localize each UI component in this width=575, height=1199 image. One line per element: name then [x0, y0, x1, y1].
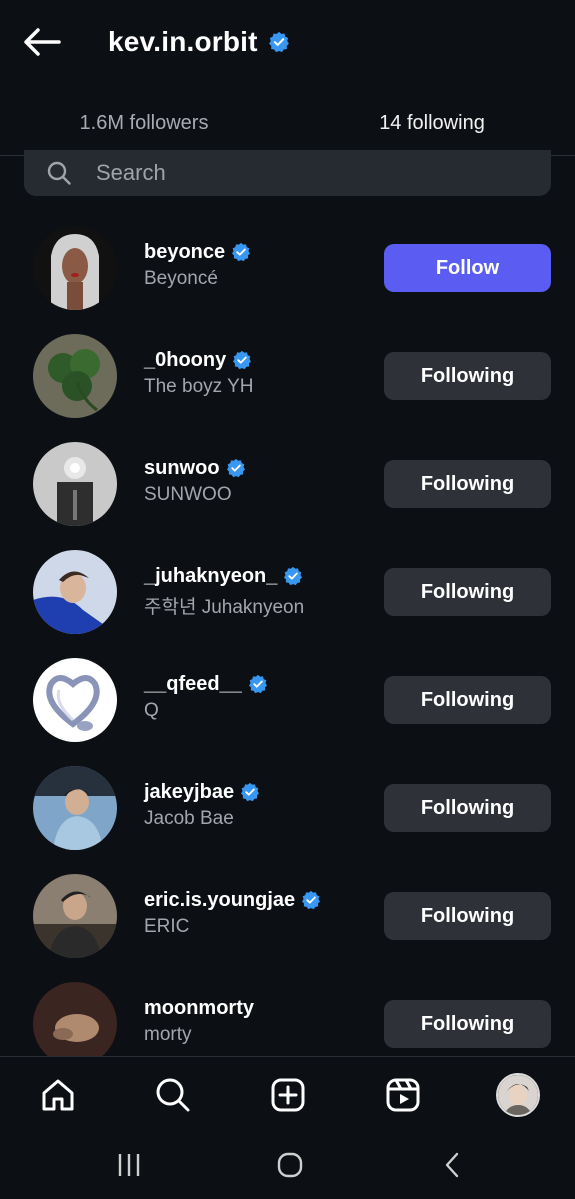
search-icon — [156, 1078, 190, 1112]
nav-profile[interactable] — [496, 1073, 540, 1117]
verified-badge-icon — [284, 566, 303, 586]
system-back-button[interactable] — [432, 1150, 472, 1180]
username: moonmorty — [144, 996, 254, 1019]
full-name: morty — [144, 1024, 192, 1045]
list-item[interactable]: beyonce Beyoncé Follow — [0, 218, 575, 326]
back-button[interactable] — [20, 22, 64, 62]
system-nav-bar — [0, 1132, 575, 1199]
full-name: ERIC — [144, 916, 190, 937]
search-icon — [47, 161, 71, 185]
search-input[interactable]: Search — [24, 150, 551, 196]
list-item[interactable]: __qfeed__ Q Following — [0, 650, 575, 758]
avatar[interactable] — [33, 226, 117, 310]
verified-badge-icon — [232, 242, 251, 262]
list-item[interactable]: _juhaknyeon_ 주학년 Juhaknyeon Following — [0, 542, 575, 650]
full-name: Jacob Bae — [144, 808, 234, 829]
back-chevron-icon — [445, 1152, 459, 1178]
recents-icon — [118, 1154, 140, 1176]
nav-reels[interactable] — [381, 1073, 425, 1117]
following-button[interactable]: Following — [384, 892, 551, 940]
following-button[interactable]: Following — [384, 460, 551, 508]
full-name: Q — [144, 700, 159, 721]
verified-badge-icon — [302, 890, 321, 910]
tab-followers[interactable]: 1.6M followers — [0, 92, 288, 154]
following-button[interactable]: Following — [384, 1000, 551, 1048]
nav-create[interactable] — [266, 1073, 310, 1117]
nav-home[interactable] — [36, 1073, 80, 1117]
verified-badge-icon — [268, 31, 289, 53]
profile-avatar — [498, 1075, 538, 1115]
avatar[interactable] — [33, 658, 117, 742]
home-circle-icon — [277, 1152, 303, 1178]
top-bar: kev.in.orbit — [0, 0, 575, 90]
full-name: 주학년 Juhaknyeon — [144, 597, 305, 618]
full-name: SUNWOO — [144, 484, 232, 505]
username: sunwoo — [144, 456, 220, 479]
following-list: beyonce Beyoncé Follow _0hoony The boyz … — [0, 218, 575, 1056]
tab-following[interactable]: 14 following — [314, 92, 550, 154]
following-button[interactable]: Following — [384, 676, 551, 724]
full-name: The boyz YH — [144, 376, 254, 397]
avatar[interactable] — [33, 766, 117, 850]
avatar[interactable] — [33, 334, 117, 418]
page-title: kev.in.orbit — [108, 26, 258, 57]
follow-tabs: 1.6M followers 14 following — [0, 92, 575, 157]
full-name: Beyoncé — [144, 268, 218, 289]
avatar[interactable] — [33, 550, 117, 634]
username: __qfeed__ — [144, 672, 242, 695]
list-item[interactable]: jakeyjbae Jacob Bae Following — [0, 758, 575, 866]
search-placeholder: Search — [96, 160, 166, 185]
home-button[interactable] — [270, 1150, 310, 1180]
list-item[interactable]: moonmorty morty Following — [0, 974, 575, 1056]
back-arrow-icon — [24, 28, 61, 56]
recents-button[interactable] — [109, 1150, 149, 1180]
username: _juhaknyeon_ — [144, 564, 278, 587]
list-item[interactable]: eric.is.youngjae ERIC Following — [0, 866, 575, 974]
nav-search[interactable] — [151, 1073, 195, 1117]
verified-badge-icon — [241, 782, 260, 802]
following-button[interactable]: Following — [384, 352, 551, 400]
home-icon — [42, 1079, 74, 1111]
create-icon — [271, 1078, 305, 1112]
verified-badge-icon — [248, 674, 267, 694]
avatar[interactable] — [33, 874, 117, 958]
avatar[interactable] — [33, 442, 117, 526]
profile-title: kev.in.orbit — [108, 22, 290, 62]
username: beyonce — [144, 240, 226, 263]
bottom-nav — [0, 1056, 575, 1132]
verified-badge-icon — [226, 458, 245, 478]
verified-badge-icon — [233, 350, 252, 370]
reels-icon — [386, 1078, 420, 1112]
follow-button[interactable]: Follow — [384, 244, 551, 292]
username: _0hoony — [144, 348, 227, 371]
list-item[interactable]: _0hoony The boyz YH Following — [0, 326, 575, 434]
avatar[interactable] — [33, 982, 117, 1056]
list-item[interactable]: sunwoo SUNWOO Following — [0, 434, 575, 542]
following-button[interactable]: Following — [384, 568, 551, 616]
following-button[interactable]: Following — [384, 784, 551, 832]
username: eric.is.youngjae — [144, 888, 296, 911]
username: jakeyjbae — [144, 780, 235, 803]
